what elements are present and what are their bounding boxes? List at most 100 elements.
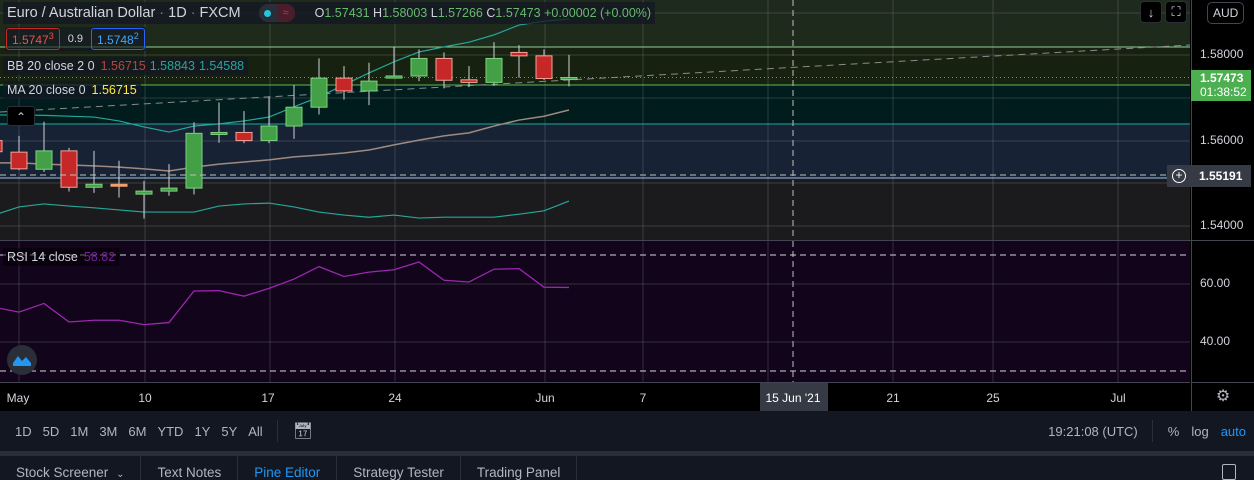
scroll-to-realtime-arrow-down-icon[interactable]: ↓	[1140, 1, 1162, 23]
time-tick-label: Jul	[1110, 391, 1126, 405]
range-buttons: 1D 5D 1M 3M 6M YTD 1Y 5Y All	[0, 424, 263, 439]
market-open-dot-icon	[259, 4, 277, 22]
rsi-pane[interactable]	[0, 241, 1190, 382]
tab-stock-screener[interactable]: Stock Screener ⌄	[0, 456, 142, 480]
sell-button[interactable]: 1.57473	[6, 28, 60, 50]
divider	[1151, 420, 1153, 442]
price-chart-pane[interactable]	[0, 0, 1190, 240]
clock[interactable]: 19:21:08 (UTC)	[1048, 424, 1138, 439]
symbol-name[interactable]: Euro / Australian Dollar	[7, 5, 155, 21]
candle-body	[260, 125, 278, 142]
range-button-1d[interactable]: 1D	[15, 424, 32, 439]
wave-icon: ≈	[276, 4, 295, 22]
time-tick-label: 10	[138, 391, 152, 405]
tab-strategy-tester[interactable]: Strategy Tester	[337, 456, 461, 480]
collapse-legend-chevron-up-icon[interactable]: ⌃	[7, 106, 35, 126]
candle-body	[535, 55, 553, 80]
chevron-down-icon: ⌄	[116, 469, 125, 480]
candle-body	[285, 106, 303, 127]
candle-body	[335, 77, 353, 92]
bb-lower-value: 1.54588	[198, 59, 245, 73]
candle-body	[135, 190, 153, 195]
rsi-legend[interactable]: RSI 14 close 58.82	[3, 248, 120, 266]
candle-body	[560, 77, 578, 81]
last-price: 1.57473	[1200, 71, 1244, 85]
bb-upper-value: 1.58843	[149, 59, 195, 73]
bb-legend[interactable]: BB 20 close 2 0 1.56715 1.58843 1.54588	[3, 57, 249, 75]
range-button-5y[interactable]: 5Y	[221, 424, 237, 439]
bar-countdown: 01:38:52	[1200, 85, 1247, 99]
tradingview-logo-icon[interactable]	[7, 345, 37, 375]
price-scale[interactable]: 1.600001.580001.560001.54000	[1191, 0, 1254, 240]
bottom-panel-tabs: Stock Screener ⌄ Text Notes Pine Editor …	[0, 456, 1254, 480]
divider	[276, 420, 278, 442]
candle-body	[185, 132, 203, 189]
pane-divider[interactable]	[0, 240, 1254, 241]
ma-legend[interactable]: MA 20 close 0 1.56715	[3, 81, 141, 99]
range-button-ytd[interactable]: YTD	[157, 424, 183, 439]
candle-body	[460, 79, 478, 83]
currency-button[interactable]: AUD	[1207, 2, 1245, 24]
candle-body	[85, 183, 103, 188]
rsi-scale[interactable]: 60.00 40.00	[1191, 241, 1254, 382]
time-tick-label: 7	[639, 391, 647, 405]
percent-scale-toggle[interactable]: %	[1168, 424, 1180, 439]
tab-trading-panel[interactable]: Trading Panel	[461, 456, 578, 480]
add-alert-plus-icon[interactable]: +	[1167, 165, 1191, 187]
maximize-panel-icon[interactable]	[1222, 464, 1236, 480]
candle-body	[35, 150, 53, 170]
log-scale-toggle[interactable]: log	[1191, 424, 1208, 439]
price-zone	[0, 85, 1190, 124]
price-zone	[0, 178, 1190, 240]
range-button-1m[interactable]: 1M	[70, 424, 88, 439]
range-button-1y[interactable]: 1Y	[194, 424, 210, 439]
range-button-5d[interactable]: 5D	[43, 424, 60, 439]
time-tick-label: 24	[388, 391, 402, 405]
candle-body	[310, 77, 328, 108]
candle-body	[235, 131, 253, 142]
range-button-3m[interactable]: 3M	[99, 424, 117, 439]
goto-date-calendar-icon[interactable]: 📅︎	[293, 421, 313, 441]
candle-body	[10, 151, 28, 170]
candle-body	[385, 75, 403, 79]
buy-button[interactable]: 1.57482	[91, 28, 145, 50]
bb-basis-value: 1.56715	[100, 59, 146, 73]
candle-body	[60, 150, 78, 188]
crosshair-date: 15 Jun '21	[765, 391, 821, 405]
separator-dot: ·	[190, 5, 196, 21]
range-button-6m[interactable]: 6M	[128, 424, 146, 439]
ohlc-values: O1.57431 H1.58003 L1.57266 C1.57473 +0.0…	[314, 6, 652, 20]
market-status-toggle[interactable]: ≈	[258, 4, 295, 22]
tab-pine-editor[interactable]: Pine Editor	[238, 456, 338, 480]
candle-body	[210, 131, 228, 135]
range-button-all[interactable]: All	[248, 424, 262, 439]
ma-value: 1.56715	[91, 83, 137, 97]
crosshair-price-label: 1.55191	[1191, 165, 1251, 187]
time-axis[interactable]: Jul 25 21 7 Jun 24 17 10 May 15 Jun '21	[0, 382, 1190, 411]
candle-body	[360, 80, 378, 92]
bb-label: BB 20 close 2 0	[7, 59, 95, 73]
price-tick-label: 1.54000	[1200, 218, 1244, 233]
price-tick-label: 1.58000	[1200, 47, 1244, 61]
interval[interactable]: 1D	[168, 5, 187, 21]
time-tick-label: Jun	[535, 391, 555, 405]
rsi-tick-label: 60.00	[1200, 276, 1231, 290]
candle-body	[435, 57, 453, 81]
time-tick-label: May	[6, 391, 30, 405]
time-tick-label: 21	[886, 391, 900, 405]
time-tick-label: 17	[261, 391, 275, 405]
candle-body	[485, 57, 503, 83]
settings-gear-icon[interactable]: ⚙	[1191, 382, 1254, 411]
auto-scale-toggle[interactable]: auto	[1221, 424, 1246, 439]
exchange: FXCM	[199, 5, 241, 21]
candle-body	[110, 183, 128, 187]
fullscreen-icon[interactable]: ⛶	[1165, 1, 1187, 23]
separator-dot: ·	[159, 5, 165, 21]
price-tick-label: 1.56000	[1200, 132, 1244, 147]
candle-body	[160, 187, 178, 192]
ma-label: MA 20 close 0	[7, 83, 86, 97]
tab-text-notes[interactable]: Text Notes	[141, 456, 239, 480]
rsi-tick-label: 40.00	[1200, 334, 1231, 348]
time-tick-label: 25	[986, 391, 1000, 405]
candle-body	[510, 51, 528, 57]
